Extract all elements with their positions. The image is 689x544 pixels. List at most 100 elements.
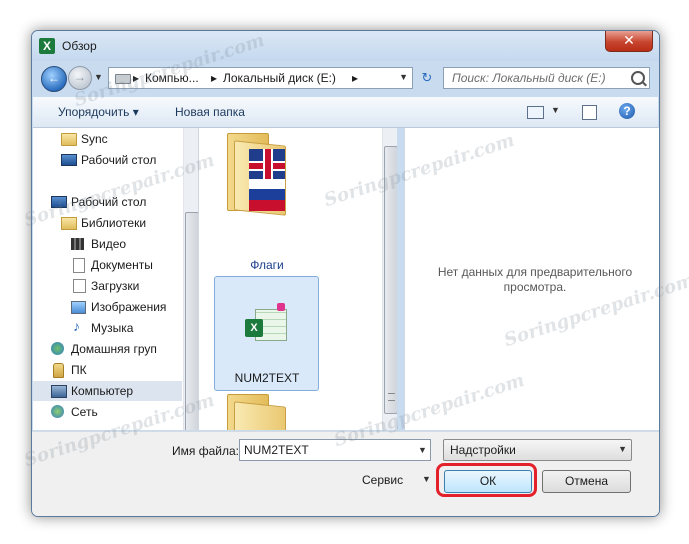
sidebar-item-computer[interactable]: Компьютер [33, 381, 182, 401]
sidebar-item-desktop-root[interactable]: Рабочий стол [33, 192, 182, 212]
sidebar-item-label: Изображения [91, 300, 167, 314]
navigation-bar: ← → ▼ ▸ Компью... ▸ Локальный диск (E:) … [32, 63, 659, 93]
file-type-dropdown-icon[interactable]: ▼ [618, 444, 627, 454]
sidebar-item-label: Рабочий стол [71, 195, 147, 209]
address-bar[interactable]: ▸ Компью... ▸ Локальный диск (E:) ▸ ▼ [108, 67, 413, 89]
preview-pane: Нет данных для предварительного просмотр… [404, 128, 659, 430]
breadcrumb-local-disk[interactable]: Локальный диск (E:) [223, 71, 336, 85]
sidebar-item-label: Домашняя груп [71, 342, 157, 356]
sidebar-item-user[interactable]: ПК [33, 360, 182, 380]
sidebar-item-label: ПК [71, 363, 87, 377]
user-icon [53, 363, 64, 378]
tools-button[interactable]: Сервис [362, 473, 403, 487]
folder-flags-icon[interactable] [227, 133, 286, 216]
libraries-icon [61, 217, 77, 230]
search-input[interactable]: Поиск: Локальный диск (E:) [443, 67, 650, 89]
sidebar-item-music[interactable]: ♪ Музыка [33, 318, 182, 338]
drive-icon [115, 74, 131, 84]
sidebar-item-label: Документы [91, 258, 153, 272]
sidebar-item-label: Видео [91, 237, 127, 251]
folder-icon[interactable] [227, 394, 286, 430]
sidebar-item-downloads[interactable]: Загрузки [33, 276, 182, 296]
browse-dialog: X Обзор ✕ ← → ▼ ▸ Компью... ▸ Локальный … [31, 30, 660, 517]
breadcrumb-separator-icon[interactable]: ▸ [211, 71, 217, 85]
close-button[interactable]: ✕ [605, 31, 653, 52]
file-list-scroll-thumb[interactable] [384, 146, 397, 414]
preview-message: Нет данных для предварительного просмотр… [435, 265, 635, 295]
preview-pane-icon[interactable] [582, 105, 597, 120]
excel-addin-icon: X [245, 303, 289, 345]
sidebar-item-homegroup[interactable]: Домашняя груп [33, 339, 182, 359]
file-item-flags[interactable]: Флаги [212, 258, 322, 272]
file-list: Флаги X NUM2TEXT [199, 128, 397, 430]
organize-button[interactable]: Упорядочить ▾ [58, 105, 139, 119]
sidebar-item-network[interactable]: Сеть [33, 402, 182, 422]
dialog-footer: Имя файла: NUM2TEXT ▼ Надстройки ▼ Серви… [32, 431, 659, 516]
network-icon [51, 405, 64, 418]
ok-button[interactable]: ОК [444, 470, 532, 493]
view-dropdown-icon[interactable]: ▼ [551, 105, 560, 115]
file-type-value: Надстройки [450, 443, 516, 457]
ru-flag-white [249, 179, 285, 189]
desktop-icon [51, 196, 67, 208]
sidebar-item-label: Сеть [71, 405, 98, 419]
sidebar-item-libraries[interactable]: Библиотеки [33, 213, 182, 233]
sidebar-item-label: Рабочий стол [81, 153, 157, 167]
sidebar-item-pictures[interactable]: Изображения [33, 297, 182, 317]
sidebar-item-label: Музыка [91, 321, 134, 335]
refresh-button[interactable]: ↻ [417, 69, 437, 87]
uk-flag [249, 149, 285, 179]
documents-icon [73, 258, 85, 273]
back-button[interactable]: ← [41, 66, 67, 92]
sidebar-scroll-thumb[interactable] [185, 212, 198, 430]
file-list-scrollbar[interactable] [382, 128, 397, 430]
change-view-icon[interactable] [527, 106, 544, 119]
breadcrumb-computer[interactable]: Компью... [145, 71, 199, 85]
scroll-grip-icon [388, 393, 395, 401]
folder-front [234, 401, 286, 430]
sidebar-item-documents[interactable]: Документы [33, 255, 182, 275]
history-dropdown-icon[interactable]: ▼ [94, 72, 103, 82]
ru-flag-blue [249, 189, 285, 200]
preview-line-2: просмотра. [503, 280, 567, 294]
desktop-icon [61, 154, 77, 166]
search-icon[interactable] [631, 71, 645, 85]
excel-icon: X [245, 319, 263, 337]
homegroup-icon [51, 342, 64, 355]
sidebar-item-label: Библиотеки [81, 216, 147, 230]
downloads-icon [73, 279, 86, 293]
flags-icon [249, 149, 285, 211]
search-placeholder: Поиск: Локальный диск (E:) [452, 71, 606, 85]
ru-flag-red [249, 200, 285, 211]
preview-line-1: Нет данных для предварительного [437, 265, 633, 279]
address-dropdown-icon[interactable]: ▼ [399, 72, 408, 82]
breadcrumb-separator-icon[interactable]: ▸ [352, 71, 358, 85]
sidebar-item-video[interactable]: Видео [33, 234, 182, 254]
file-type-select[interactable]: Надстройки ▼ [443, 439, 632, 461]
sidebar-item-sync[interactable]: Sync [33, 129, 182, 149]
title-bar[interactable]: X Обзор ✕ [32, 31, 659, 61]
breadcrumb-separator-icon[interactable]: ▸ [133, 71, 139, 85]
sidebar-item-desktop[interactable]: Рабочий стол [33, 150, 182, 170]
sidebar-item-label: Загрузки [91, 279, 140, 293]
filename-label: Имя файла: [172, 444, 239, 458]
forward-button[interactable]: → [68, 66, 92, 90]
music-icon: ♪ [73, 318, 80, 334]
filename-dropdown-icon[interactable]: ▼ [414, 440, 430, 460]
sidebar-scrollbar[interactable] [183, 128, 198, 430]
file-item-label: NUM2TEXT [234, 371, 300, 385]
help-icon[interactable]: ? [619, 103, 635, 119]
video-icon [71, 238, 84, 250]
file-item-num2text[interactable]: X NUM2TEXT [214, 276, 319, 391]
tools-dropdown-icon[interactable]: ▼ [422, 474, 431, 484]
command-toolbar: Упорядочить ▾ Новая папка ▼ ? [33, 97, 658, 128]
pictures-icon [71, 301, 86, 314]
navigation-pane: Sync Рабочий стол Рабочий стол Библиотек… [33, 128, 199, 430]
sidebar-item-label: Sync [81, 132, 108, 146]
addin-badge-icon [277, 303, 285, 311]
filename-value: NUM2TEXT [244, 443, 309, 457]
cancel-button[interactable]: Отмена [542, 470, 631, 493]
new-folder-button[interactable]: Новая папка [175, 105, 245, 119]
filename-input[interactable]: NUM2TEXT ▼ [239, 439, 431, 461]
window-title: Обзор [62, 39, 97, 53]
